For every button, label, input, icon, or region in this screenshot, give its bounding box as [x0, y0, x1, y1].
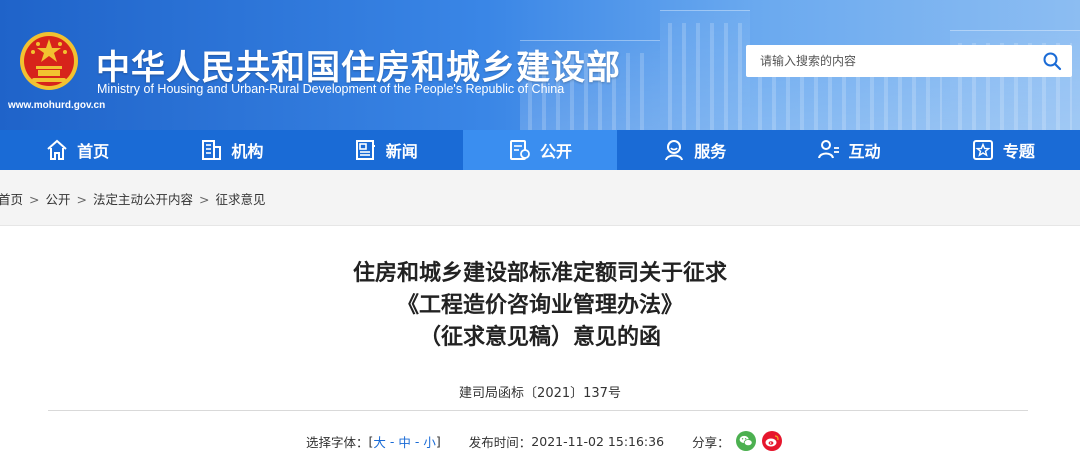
weibo-icon[interactable] [761, 431, 782, 451]
building-icon [202, 140, 222, 160]
font-size-medium-link[interactable]: 中 [398, 432, 411, 451]
publish-time: 2021-11-02 15:16:36 [531, 433, 665, 449]
topic-icon [972, 140, 993, 160]
font-size-large-link[interactable]: 大 [373, 432, 386, 451]
share-label: 分享： [692, 434, 730, 450]
nav-item-organization[interactable]: 机构 [154, 130, 308, 170]
article-title: 住房和城乡建设部标准定额司关于征求 《工程造价咨询业管理办法》 （征求意见稿）意… [0, 258, 1080, 354]
breadcrumb-item-statutory[interactable]: 法定主动公开内容 [93, 192, 193, 207]
site-header: 中华人民共和国住房和城乡建设部 Ministry of Housing and … [0, 0, 1080, 130]
nav-item-service[interactable]: 服务 [617, 130, 771, 170]
header-background-building [660, 10, 750, 130]
breadcrumb-item-home[interactable]: 首页 [0, 192, 23, 207]
nav-item-label: 首页 [77, 142, 110, 161]
search-input[interactable] [746, 45, 1026, 77]
nav-item-label: 互动 [848, 142, 881, 161]
breadcrumb: 首页 > 公开 > 法定主动公开内容 > 征求意见 [0, 189, 266, 208]
wechat-icon[interactable] [735, 431, 756, 451]
article-title-line: 住房和城乡建设部标准定额司关于征求 [352, 261, 727, 286]
breadcrumb-separator: > [29, 192, 40, 207]
document-number: 建司局函标〔2021〕137号 [459, 386, 621, 401]
breadcrumb-separator: > [199, 192, 210, 207]
disclosure-icon [509, 140, 530, 160]
nav-item-news[interactable]: 新闻 [309, 130, 463, 170]
article-title-line: （征求意见稿）意见的函 [418, 325, 661, 350]
nav-item-label: 专题 [1002, 142, 1035, 161]
article-meta: 选择字体： [ 大 - 中 - 小 ] 发布时间： 2021-11-02 15:… [306, 430, 782, 452]
search-box [746, 45, 1072, 77]
home-icon [47, 139, 67, 160]
bracket: ] [435, 433, 441, 449]
interaction-icon [817, 140, 839, 159]
font-size-small-link[interactable]: 小 [423, 432, 436, 451]
font-size-separator: - [385, 433, 399, 449]
article-title-line: 《工程造价咨询业管理办法》 [396, 293, 683, 318]
site-subtitle: Ministry of Housing and Urban-Rural Deve… [97, 82, 565, 96]
nav-item-topic[interactable]: 专题 [926, 130, 1080, 170]
site-url[interactable]: www.mohurd.gov.cn [8, 100, 105, 111]
publish-time-label: 发布时间： [468, 434, 532, 450]
nav-item-label: 服务 [694, 142, 727, 161]
font-size-separator: - [410, 433, 424, 449]
nav-item-interaction[interactable]: 互动 [771, 130, 925, 170]
breadcrumb-item-disclosure[interactable]: 公开 [46, 192, 71, 207]
national-emblem-icon [20, 32, 78, 90]
service-icon [665, 140, 684, 161]
nav-item-label: 公开 [539, 142, 572, 161]
breadcrumb-item-consultation[interactable]: 征求意见 [216, 192, 266, 207]
nav-item-label: 机构 [231, 142, 264, 161]
nav-item-disclosure[interactable]: 公开 [462, 130, 618, 170]
nav-item-home[interactable]: 首页 [0, 130, 154, 170]
breadcrumb-separator: > [76, 192, 87, 207]
nav-item-label: 新闻 [385, 142, 418, 161]
news-icon [355, 140, 375, 160]
main-nav: 首页 机构 新闻 公开 服务 互动 专题 [0, 130, 1080, 170]
breadcrumb-bar: 首页 > 公开 > 法定主动公开内容 > 征求意见 [0, 170, 1080, 226]
search-icon[interactable] [1042, 51, 1062, 71]
divider [48, 410, 1028, 411]
font-size-label: 选择字体： [306, 434, 369, 450]
